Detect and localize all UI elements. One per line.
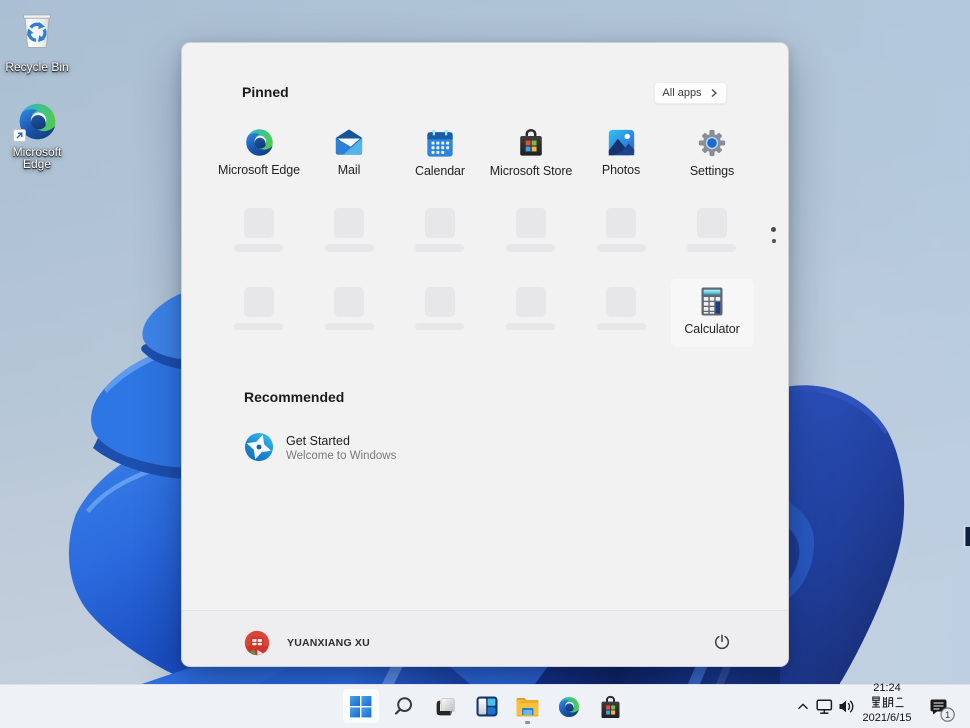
svg-text:1: 1 — [945, 710, 950, 720]
